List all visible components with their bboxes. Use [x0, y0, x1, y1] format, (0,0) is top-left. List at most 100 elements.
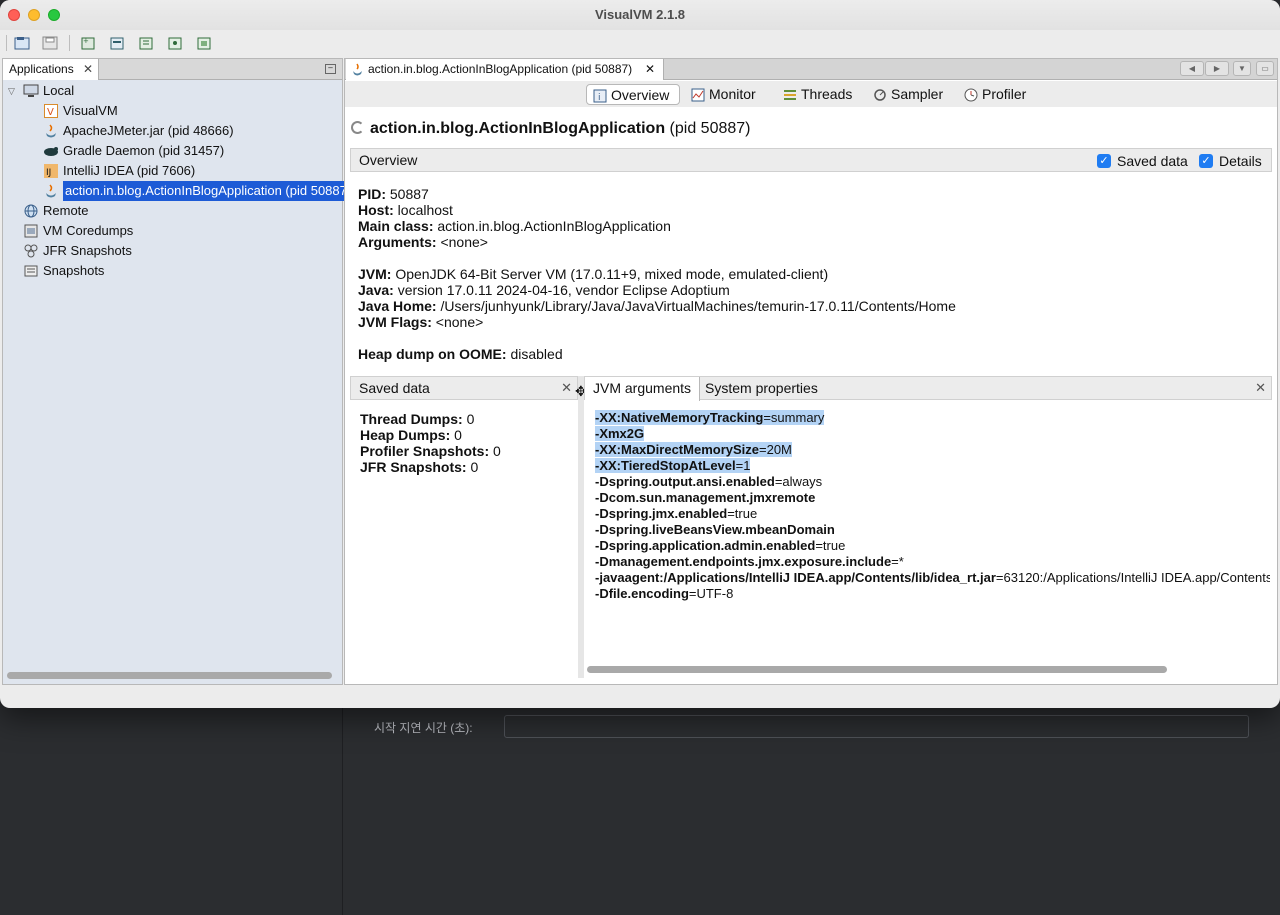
jvm-argument-row[interactable]: -XX:MaxDirectMemorySize=20M: [595, 442, 1270, 458]
heap-dump-icon[interactable]: [107, 33, 127, 53]
zoom-window-button[interactable]: [48, 9, 60, 21]
jvm-argument-value: =*: [891, 554, 904, 569]
background-app: 시작 지연 시간 (초):: [0, 700, 1280, 915]
add-snapshot-icon[interactable]: [165, 33, 185, 53]
visualvm-window: VisualVM 2.1.8 + Applications ✕ – ▽ Loca…: [0, 0, 1280, 708]
jvm-argument-value: =summary: [763, 410, 825, 425]
tree-item-visualvm[interactable]: V VisualVM: [43, 101, 118, 121]
jvm-argument-row[interactable]: -XX:NativeMemoryTracking=summary: [595, 410, 1270, 426]
jvm-argument-text: -Dspring.liveBeansView.mbeanDomain: [595, 522, 835, 537]
tree-item-snapshots[interactable]: Snapshots: [23, 261, 104, 281]
jvm-argument-row[interactable]: -Dmanagement.endpoints.jmx.exposure.incl…: [595, 554, 1270, 570]
minimize-panel-icon[interactable]: –: [325, 64, 336, 74]
tree-item-intellij[interactable]: IJ IntelliJ IDEA (pid 7606): [43, 161, 195, 181]
profiler-icon: [964, 87, 978, 108]
tree-item-gradle-daemon[interactable]: Gradle Daemon (pid 31457): [43, 141, 224, 161]
jvm-argument-key: -Dfile.encoding: [595, 586, 689, 601]
tree-item-label: Snapshots: [43, 263, 105, 278]
tab-monitor-label: Monitor: [709, 86, 756, 102]
thread-dumps-row: Thread Dumps: 0: [360, 411, 501, 427]
jvm-argument-text: -XX:MaxDirectMemorySize=20M: [595, 442, 792, 457]
tree-item-apachejmeter[interactable]: ApacheJMeter.jar (pid 48666): [43, 121, 234, 141]
heap-dump-label: Heap dump on OOME:: [358, 346, 507, 362]
save-icon[interactable]: [40, 33, 60, 53]
jvm-argument-row[interactable]: -XX:TieredStopAtLevel=1: [595, 458, 1270, 474]
close-window-button[interactable]: [8, 9, 20, 21]
thread-dump-icon[interactable]: [136, 33, 156, 53]
tree-item-vm-coredumps[interactable]: VM Coredumps: [23, 221, 133, 241]
tab-applications[interactable]: Applications ✕: [3, 59, 99, 80]
monitor-icon: [691, 87, 705, 108]
tree-item-label: Local: [43, 83, 75, 98]
jvm-argument-row[interactable]: -Dcom.sun.management.jmxremote: [595, 490, 1270, 506]
svg-text:IJ: IJ: [46, 168, 51, 178]
scroll-tabs-right-icon[interactable]: ▶: [1205, 61, 1229, 76]
jvm-argument-row[interactable]: -Dfile.encoding=UTF-8: [595, 586, 1270, 602]
tab-jvm-arguments[interactable]: JVM arguments: [585, 377, 701, 401]
thread-dumps-label: Thread Dumps:: [360, 411, 463, 427]
coredump-icon: [23, 223, 39, 239]
background-field-input[interactable]: [504, 715, 1249, 738]
chevron-down-icon[interactable]: ▼: [1233, 61, 1251, 76]
arguments-label: Arguments:: [358, 234, 437, 250]
jvm-flags-label: JVM Flags:: [358, 314, 432, 330]
jvm-argument-row[interactable]: -Xmx2G: [595, 426, 1270, 442]
jvm-argument-row[interactable]: -Dspring.jmx.enabled=true: [595, 506, 1270, 522]
jvm-argument-row[interactable]: -Dspring.output.ansi.enabled=always: [595, 474, 1270, 490]
jvm-argument-key: -Dspring.jmx.enabled: [595, 506, 728, 521]
profiler-snapshots-label: Profiler Snapshots:: [360, 443, 490, 459]
tab-threads-label: Threads: [801, 86, 853, 102]
close-icon[interactable]: ✕: [83, 59, 93, 80]
details-checkbox[interactable]: ✓ Details: [1199, 153, 1262, 169]
tab-system-properties[interactable]: System properties: [697, 377, 826, 401]
horizontal-scrollbar[interactable]: [587, 666, 1167, 673]
close-icon[interactable]: ✕: [645, 59, 655, 80]
main-class-value: action.in.blog.ActionInBlogApplication: [437, 218, 671, 234]
horizontal-scrollbar[interactable]: [7, 672, 332, 679]
add-jmx-icon[interactable]: +: [78, 33, 98, 53]
pid-label: PID:: [358, 186, 386, 202]
tree-item-actioninblog[interactable]: action.in.blog.ActionInBlogApplication (…: [43, 181, 354, 201]
tab-jvm-arguments-label: JVM arguments: [593, 380, 692, 396]
tree-item-remote[interactable]: Remote: [23, 201, 89, 221]
open-icon[interactable]: [12, 33, 32, 53]
checkmark-icon: ✓: [1097, 154, 1111, 168]
saved-data-checkbox[interactable]: ✓ Saved data: [1097, 153, 1188, 169]
info-icon: i: [593, 88, 607, 109]
close-icon[interactable]: ✕: [561, 380, 572, 396]
jvm-argument-row[interactable]: -Dspring.liveBeansView.mbeanDomain: [595, 522, 1270, 538]
svg-text:+: +: [83, 37, 89, 45]
jvm-argument-row[interactable]: -Dspring.application.admin.enabled=true: [595, 538, 1270, 554]
chevron-down-icon[interactable]: ▽: [8, 86, 15, 97]
jvm-arguments-list[interactable]: -XX:NativeMemoryTracking=summary -Xmx2G -X…: [595, 410, 1270, 602]
minimize-window-button[interactable]: [28, 9, 40, 21]
jvm-argument-row[interactable]: -javaagent:/Applications/IntelliJ IDEA.a…: [595, 570, 1270, 586]
document-tabbar: action.in.blog.ActionInBlogApplication (…: [345, 59, 1277, 80]
jfr-icon: [23, 243, 39, 259]
tree-item-jfr-snapshots[interactable]: JFR Snapshots: [23, 241, 132, 261]
close-icon[interactable]: ✕: [1255, 380, 1266, 396]
java-icon: [351, 62, 364, 83]
overview-section-label: Overview: [359, 152, 418, 168]
saved-data-title: Saved data: [359, 380, 430, 396]
maximize-icon[interactable]: ▭: [1256, 61, 1274, 76]
tab-threads[interactable]: Threads: [777, 84, 860, 105]
main-toolbar: +: [0, 30, 1280, 56]
tab-sampler[interactable]: Sampler: [867, 84, 951, 105]
threads-icon: [783, 87, 797, 108]
titlebar: VisualVM 2.1.8: [0, 0, 1280, 30]
tree-item-label: action.in.blog.ActionInBlogApplication (…: [63, 181, 354, 201]
jvm-argument-key: -Dspring.output.ansi.enabled: [595, 474, 775, 489]
compare-icon[interactable]: [194, 33, 214, 53]
tab-profiler[interactable]: Profiler: [958, 84, 1034, 105]
tree-item-local[interactable]: Local: [23, 81, 74, 101]
heap-dump-value: disabled: [510, 346, 563, 362]
tab-monitor[interactable]: Monitor: [685, 84, 764, 105]
jvm-argument-key: -Dmanagement.endpoints.jmx.exposure.incl…: [595, 554, 892, 569]
tab-overview[interactable]: i Overview: [586, 84, 680, 105]
scroll-tabs-left-icon[interactable]: ◀: [1180, 61, 1204, 76]
loading-spinner-icon: [351, 121, 364, 134]
jvm-argument-text: -XX:TieredStopAtLevel=1: [595, 458, 751, 473]
tab-actioninblog[interactable]: action.in.blog.ActionInBlogApplication (…: [346, 59, 664, 80]
svg-text:i: i: [598, 93, 601, 103]
